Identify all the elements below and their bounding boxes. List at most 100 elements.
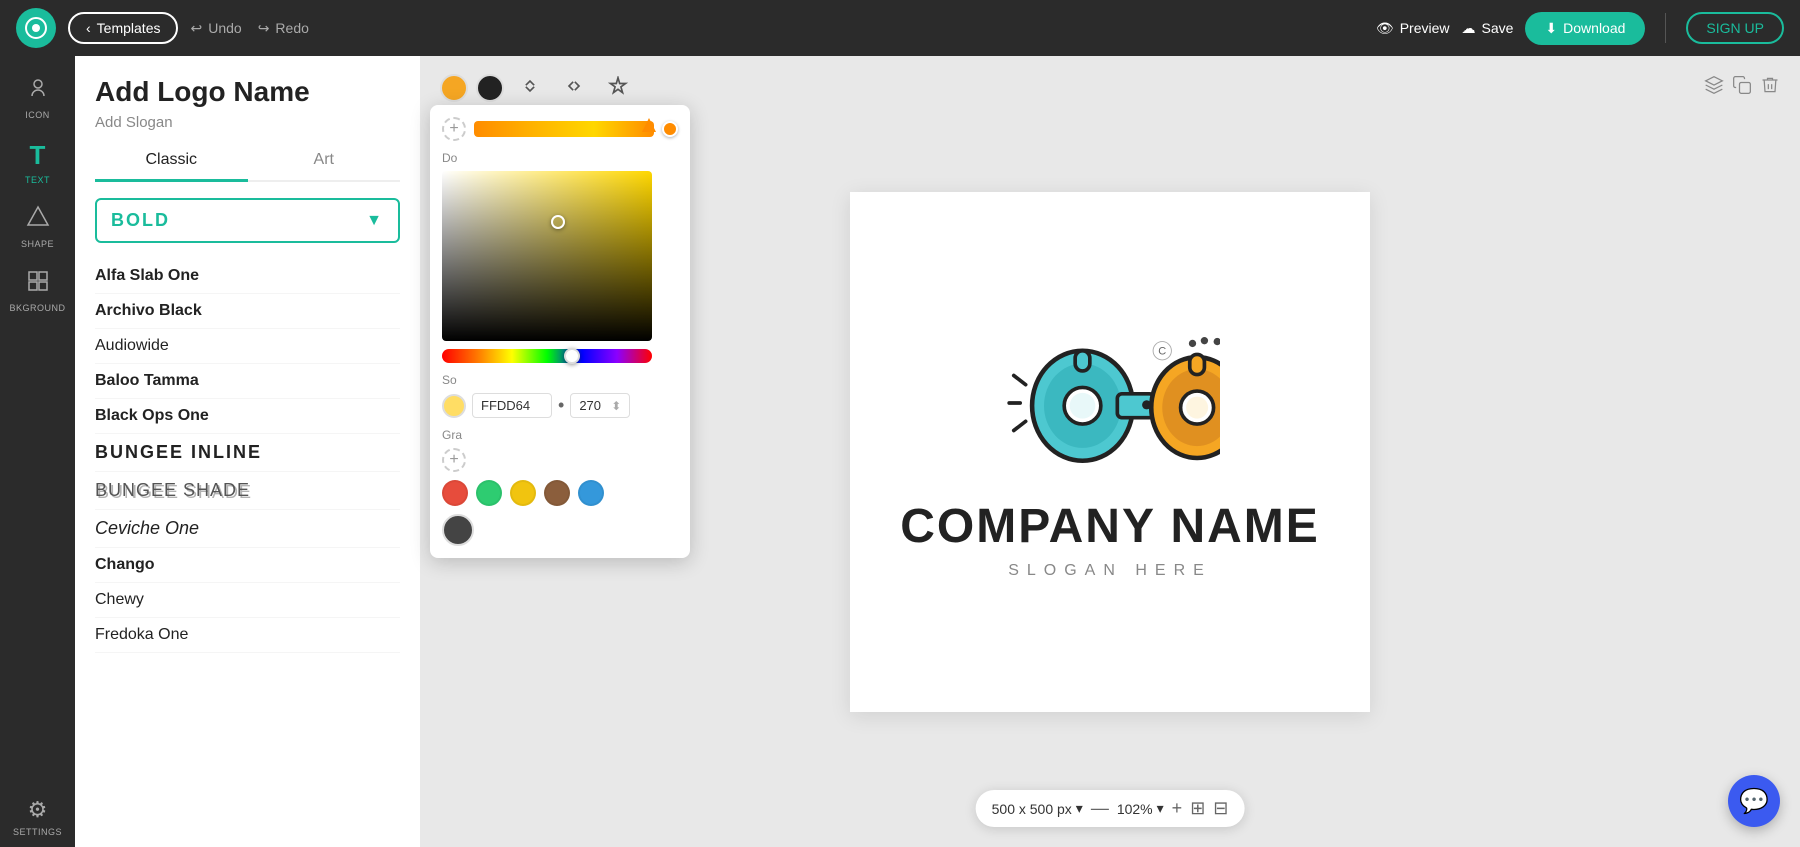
signup-button[interactable]: SIGN UP [1686,12,1784,44]
layers-button[interactable] [1704,75,1724,101]
size-selector-button[interactable]: 500 x 500 px ▾ [992,800,1083,817]
tab-art[interactable]: Art [248,141,401,182]
preview-button[interactable]: 👁 Preview [1376,20,1450,37]
align-button[interactable]: ⊟ [1213,798,1228,819]
undo-button[interactable]: ↩ Undo [190,20,241,37]
sidebar-item-text[interactable]: T TEXT [0,130,75,195]
flip-horizontal-button[interactable] [556,72,592,105]
font-baloo-tamma[interactable]: Baloo Tamma [95,364,400,399]
save-icon: ☁ [1462,20,1476,37]
download-button[interactable]: ⬇ Download [1525,12,1645,45]
save-button[interactable]: ☁ Save [1462,20,1514,37]
sidebar-item-shape[interactable]: SHAPE [0,195,75,259]
toolbar-right [1704,75,1780,101]
color-swatch-black[interactable] [476,74,504,102]
add-color-button[interactable]: + [442,448,466,472]
hue-handle[interactable] [564,348,580,364]
section-do: Do [442,151,678,165]
canvas-toolbar [430,66,1790,110]
swatch-yellow[interactable] [510,480,536,506]
company-name[interactable]: COMPANY NAME [900,499,1320,554]
flip-vertical-button[interactable] [512,72,548,105]
slogan[interactable]: SLOGAN HERE [1008,562,1212,580]
zoom-in-button[interactable]: + [1172,798,1183,819]
swatch-red[interactable] [442,480,468,506]
font-bungee-inline[interactable]: BUNGEE INLINE [95,434,400,472]
canvas-wrapper: C [850,192,1370,712]
zoom-out-button[interactable]: — [1091,798,1109,819]
left-sidebar: ICON T TEXT SHAPE BKGROUND ⚙ SETTINGS [0,56,75,847]
picker-preview-swatch[interactable] [442,394,466,418]
opacity-spinner-icon: ⬍ [611,399,621,413]
topbar-divider [1665,13,1666,43]
redo-button[interactable]: ↪ Redo [258,20,309,37]
font-chewy[interactable]: Chewy [95,583,400,618]
canvas-bottombar: 500 x 500 px ▾ — 102% ▾ + ⊞ ⊟ [976,790,1245,827]
bkground-icon [26,269,50,299]
chat-icon: 💬 [1739,787,1769,816]
swatch-brown[interactable] [544,480,570,506]
dark-swatch[interactable] [442,514,474,546]
zoom-dropdown-icon: ▾ [1157,800,1164,817]
font-bungee-shade[interactable]: BUNGEE SHADE [95,472,400,510]
hex-input[interactable] [472,393,552,418]
logo [16,8,56,48]
back-arrow-icon: ‹ [86,20,91,36]
gradient-stop-bar[interactable] [474,121,654,137]
settings-icon: ⚙ [28,797,48,823]
icon-icon [26,76,50,106]
svg-text:C: C [1158,345,1166,357]
color-square[interactable] [442,171,652,341]
preview-icon: 👁 [1376,20,1394,37]
text-icon: T [30,140,46,171]
topbar: ‹ Templates ↩ Undo ↪ Redo 👁 Preview ☁ Sa… [0,0,1800,56]
swatches-row [442,480,678,506]
size-label: 500 x 500 px [992,801,1072,817]
style-value: BOLD [111,210,170,231]
size-dropdown-icon: ▾ [1076,800,1083,817]
canvas-content: C [850,192,1370,712]
undo-redo-group: ↩ Undo ↪ Redo [190,20,308,37]
font-black-ops-one[interactable]: Black Ops One [95,399,400,434]
panel-title: Add Logo Name [95,76,400,108]
font-alfa-slab-one[interactable]: Alfa Slab One [95,259,400,294]
font-ceviche-one[interactable]: Ceviche One [95,510,400,548]
swatch-blue[interactable] [578,480,604,506]
font-chango[interactable]: Chango [95,548,400,583]
magic-button[interactable] [600,72,636,105]
add-stop-button[interactable]: + [442,117,466,141]
logo-icon-area: C [1000,323,1220,483]
opacity-input[interactable]: 270 ⬍ [570,393,630,418]
panel: Add Logo Name Add Slogan Classic Art BOL… [75,56,420,847]
templates-label: Templates [97,20,161,36]
shape-icon [26,205,50,235]
panel-header: Add Logo Name Add Slogan [75,56,420,141]
sidebar-item-bkground[interactable]: BKGROUND [0,259,75,323]
grid-button[interactable]: ⊞ [1190,798,1205,819]
font-archivo-black[interactable]: Archivo Black [95,294,400,329]
panel-tabs: Classic Art [95,141,400,182]
gradient-end-handle[interactable] [662,121,678,137]
templates-button[interactable]: ‹ Templates [68,12,178,44]
sidebar-item-settings[interactable]: ⚙ SETTINGS [0,787,75,847]
hue-bar[interactable] [442,349,652,363]
style-dropdown[interactable]: BOLD ▼ [95,198,400,243]
dot-icon: • [558,395,564,416]
font-list: Alfa Slab One Archivo Black Audiowide Ba… [75,259,420,653]
tab-classic[interactable]: Classic [95,141,248,182]
copy-button[interactable] [1732,75,1752,101]
font-fredoka-one[interactable]: Fredoka One [95,618,400,653]
panel-subtitle: Add Slogan [95,114,400,131]
sidebar-item-icon[interactable]: ICON [0,66,75,130]
picker-inputs: • 270 ⬍ [442,393,678,418]
delete-button[interactable] [1760,75,1780,101]
color-swatch-orange[interactable] [440,74,468,102]
undo-icon: ↩ [190,20,202,37]
swatch-green[interactable] [476,480,502,506]
chat-button[interactable]: 💬 [1728,775,1780,827]
font-audiowide[interactable]: Audiowide [95,329,400,364]
color-square-handle[interactable] [551,215,565,229]
download-icon: ⬇ [1545,20,1557,37]
zoom-value[interactable]: 102% ▾ [1117,800,1164,817]
section-solid: So [442,373,678,387]
